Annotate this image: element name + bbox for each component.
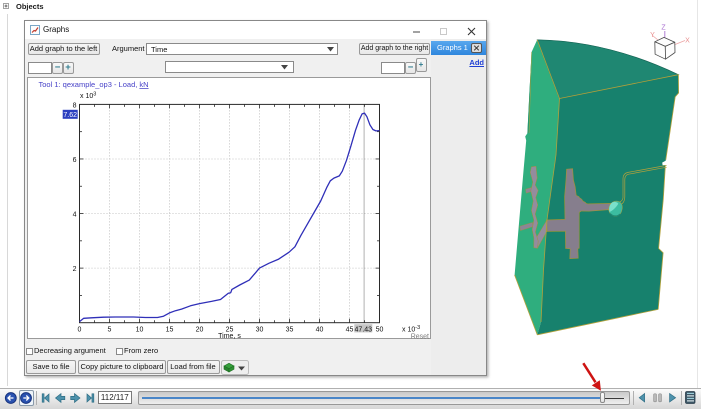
svg-text:10: 10 xyxy=(136,327,144,334)
svg-text:2: 2 xyxy=(73,266,77,273)
svg-text:x 103: x 103 xyxy=(80,92,96,101)
svg-text:X: X xyxy=(685,38,690,45)
svg-text:Z: Z xyxy=(661,25,666,32)
svg-text:20: 20 xyxy=(196,327,204,334)
svg-text:7.62: 7.62 xyxy=(63,112,77,119)
svg-text:6: 6 xyxy=(73,157,77,164)
svg-text:8: 8 xyxy=(73,103,77,110)
svg-text:x 10-3: x 10-3 xyxy=(402,325,420,334)
svg-text:Tool 1: qexample_op3 - Load, k: Tool 1: qexample_op3 - Load, kN xyxy=(39,80,149,89)
svg-text:47.43: 47.43 xyxy=(355,327,373,334)
svg-text:35: 35 xyxy=(286,327,294,334)
svg-text:45: 45 xyxy=(346,327,354,334)
svg-text:5: 5 xyxy=(108,327,112,334)
svg-text:Time, s: Time, s xyxy=(218,333,241,339)
svg-text:50: 50 xyxy=(376,327,384,334)
svg-text:4: 4 xyxy=(73,211,77,218)
svg-text:15: 15 xyxy=(166,327,174,334)
svg-text:0: 0 xyxy=(78,327,82,334)
svg-text:Reset: Reset xyxy=(411,334,429,340)
svg-text:40: 40 xyxy=(316,327,324,334)
svg-text:Y: Y xyxy=(650,32,655,39)
svg-text:30: 30 xyxy=(256,327,264,334)
